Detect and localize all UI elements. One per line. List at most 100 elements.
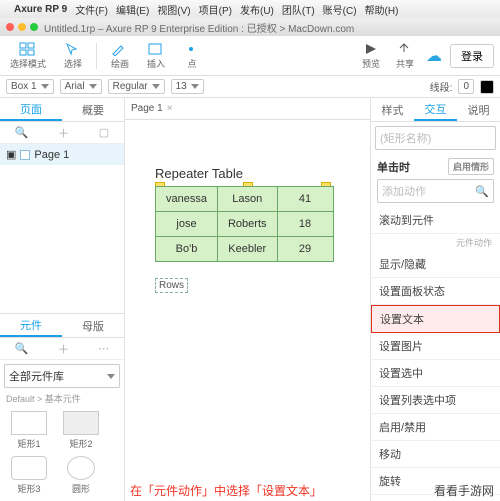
tab-interactions[interactable]: 交互 — [414, 98, 457, 121]
add-action-input[interactable]: 添加动作 🔍 — [377, 179, 494, 203]
chevron-down-icon — [41, 84, 49, 89]
line-label: 线段: — [430, 79, 453, 94]
window-controls — [6, 23, 38, 31]
action-scroll-to[interactable]: 滚动到元件 — [371, 207, 500, 234]
minimize-icon[interactable] — [18, 23, 26, 31]
pen-icon — [111, 42, 129, 56]
rows-widget-selection[interactable]: Rows — [155, 278, 188, 293]
search-icon[interactable]: 🔍 — [15, 126, 29, 139]
chevron-down-icon — [89, 84, 97, 89]
action-list[interactable]: 滚动到元件 元件动作 显示/隐藏 设置面板状态 设置文本 设置图片 设置选中 设… — [371, 207, 500, 501]
select-button[interactable]: 选择 — [60, 42, 86, 70]
tab-widgets[interactable]: 元件 — [0, 314, 62, 337]
collapse-icon[interactable]: ▣ — [6, 148, 16, 161]
action-set-text[interactable]: 设置文本 — [371, 305, 500, 333]
library-group-label: Default > 基本元件 — [0, 392, 124, 405]
search-icon: 🔍 — [475, 185, 489, 198]
action-enable-disable[interactable]: 启用/禁用 — [371, 414, 500, 441]
menu-team[interactable]: 团队(T) — [282, 2, 315, 17]
event-header[interactable]: 单击时 启用情形 — [371, 154, 500, 179]
zoom-icon[interactable] — [30, 23, 38, 31]
action-show-hide[interactable]: 显示/隐藏 — [371, 251, 500, 278]
font-size-select[interactable]: 13 — [171, 79, 204, 94]
lib-menu-icon[interactable]: ⋯ — [98, 342, 109, 355]
play-icon — [362, 42, 380, 56]
insert-button[interactable]: 插入 — [143, 42, 169, 70]
window-titlebar: Untitled.1rp – Axure RP 9 Enterprise Edi… — [0, 18, 500, 36]
share-button[interactable]: 共享 — [392, 42, 418, 70]
point-button[interactable]: 点 — [179, 42, 205, 70]
cloud-icon[interactable]: ☁ — [426, 46, 442, 66]
tab-outline[interactable]: 概要 — [62, 98, 124, 121]
action-set-selected[interactable]: 设置选中 — [371, 360, 500, 387]
shape-circle[interactable]: 圆形 — [58, 456, 104, 495]
select-mode-button[interactable]: 选择模式 — [6, 42, 50, 70]
library-select[interactable]: 全部元件库 — [4, 364, 120, 388]
canvas-panel: Page 1 × Repeater Table vanessaLason41 j… — [125, 98, 370, 501]
search-icon[interactable]: 🔍 — [15, 342, 29, 355]
shape-rect1[interactable]: 矩形1 — [6, 411, 52, 450]
font-family-select[interactable]: Arial — [60, 79, 102, 94]
repeater-title: Repeater Table — [155, 166, 243, 181]
left-panel: 页面 概要 🔍 ＋ ▢ ▣ Page 1 元件 母版 🔍 ＋ ⋯ 全部元件库 — [0, 98, 125, 501]
inspector-panel: 样式 交互 说明 (矩形名称) 单击时 启用情形 添加动作 🔍 滚动到元件 元件… — [370, 98, 500, 501]
share-icon — [396, 42, 414, 56]
chevron-down-icon — [107, 374, 115, 379]
menu-account[interactable]: 账号(C) — [323, 2, 357, 17]
menu-view[interactable]: 视图(V) — [157, 2, 190, 17]
page-name: Page 1 — [34, 149, 69, 161]
tab-style[interactable]: 样式 — [371, 98, 414, 121]
insert-icon — [147, 42, 165, 56]
main-toolbar: 选择模式 选择 绘画 插入 点 预览 共享 ☁ 登录 — [0, 36, 500, 76]
tab-notes[interactable]: 说明 — [457, 98, 500, 121]
left-top-tabs: 页面 概要 — [0, 98, 124, 122]
close-icon[interactable] — [6, 23, 14, 31]
chevron-down-icon — [191, 84, 199, 89]
shape-rect2[interactable]: 矩形2 — [58, 411, 104, 450]
cursor-icon — [64, 42, 82, 56]
table-row: joseRoberts18 — [156, 212, 334, 237]
add-page-icon[interactable]: ＋ — [58, 125, 69, 141]
macos-menubar: Axure RP 9 文件(F) 编辑(E) 视图(V) 项目(P) 发布(U)… — [0, 0, 500, 18]
menu-file[interactable]: 文件(F) — [75, 2, 108, 17]
preview-button[interactable]: 预览 — [358, 42, 384, 70]
action-set-list-selected[interactable]: 设置列表选中项 — [371, 387, 500, 414]
action-set-panel-state[interactable]: 设置面板状态 — [371, 278, 500, 305]
format-bar: Box 1 Arial Regular 13 线段: 0 — [0, 76, 500, 98]
page-icon — [20, 150, 30, 160]
canvas-page-tab[interactable]: Page 1 × — [125, 98, 370, 120]
add-folder-icon[interactable]: ▢ — [99, 126, 109, 139]
annotation-caption: 在「元件动作」中选择「设置文本」 — [130, 482, 322, 499]
menu-project[interactable]: 项目(P) — [199, 2, 232, 17]
menu-publish[interactable]: 发布(U) — [240, 2, 274, 17]
point-icon — [183, 42, 201, 56]
toolbar-divider — [96, 43, 97, 69]
page-tree-item[interactable]: ▣ Page 1 — [0, 144, 124, 165]
menu-edit[interactable]: 编辑(E) — [116, 2, 149, 17]
login-button[interactable]: 登录 — [450, 44, 494, 68]
action-group-label: 元件动作 — [371, 234, 500, 251]
window-title: Untitled.1rp – Axure RP 9 Enterprise Edi… — [44, 20, 354, 35]
widget-name-input[interactable]: (矩形名称) — [375, 126, 496, 150]
font-weight-select[interactable]: Regular — [108, 79, 165, 94]
pages-toolrow: 🔍 ＋ ▢ — [0, 122, 124, 144]
tab-pages[interactable]: 页面 — [0, 98, 62, 121]
line-color-swatch[interactable] — [480, 80, 494, 94]
repeater-table[interactable]: vanessaLason41 joseRoberts18 Bo'bKeebler… — [155, 186, 334, 262]
widget-name-select[interactable]: Box 1 — [6, 79, 54, 94]
tab-masters[interactable]: 母版 — [62, 314, 124, 337]
table-row: vanessaLason41 — [156, 187, 334, 212]
menu-help[interactable]: 帮助(H) — [365, 2, 399, 17]
shape-rect3[interactable]: 矩形3 — [6, 456, 52, 495]
main-area: 页面 概要 🔍 ＋ ▢ ▣ Page 1 元件 母版 🔍 ＋ ⋯ 全部元件库 — [0, 98, 500, 501]
draw-button[interactable]: 绘画 — [107, 42, 133, 70]
app-name[interactable]: Axure RP 9 — [14, 4, 67, 15]
action-set-image[interactable]: 设置图片 — [371, 333, 500, 360]
canvas[interactable]: Repeater Table vanessaLason41 joseRobert… — [125, 120, 370, 501]
line-width-input[interactable]: 0 — [458, 79, 474, 94]
close-tab-icon[interactable]: × — [167, 103, 173, 114]
enable-case-button[interactable]: 启用情形 — [448, 158, 494, 175]
action-move[interactable]: 移动 — [371, 441, 500, 468]
watermark-brand: 看看手游网 — [434, 482, 494, 499]
add-lib-icon[interactable]: ＋ — [58, 341, 69, 357]
